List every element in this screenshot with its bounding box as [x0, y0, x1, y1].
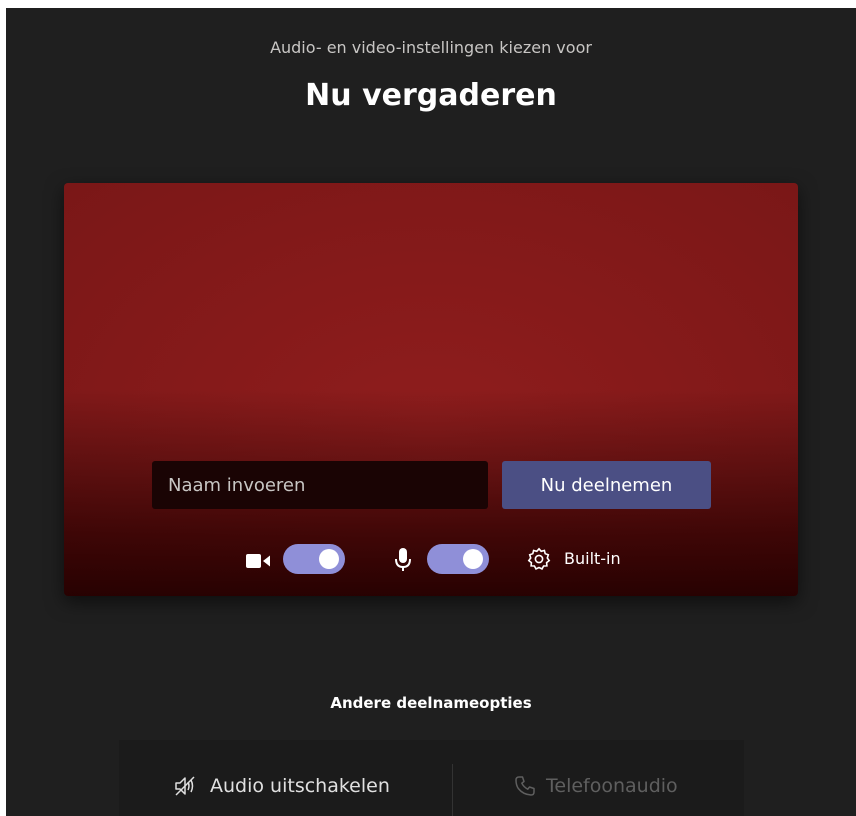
audio-device-label[interactable]: Built-in [564, 549, 621, 568]
join-now-button[interactable]: Nu deelnemen [502, 461, 711, 509]
device-controls: Built-in [64, 542, 798, 578]
speaker-off-icon [175, 776, 195, 796]
other-join-options-bar: Audio uitschakelen Telefoonaudio [119, 740, 744, 816]
microphone-toggle[interactable] [427, 544, 489, 574]
camera-toggle-knob [319, 549, 339, 569]
camera-icon [246, 553, 270, 572]
video-preview: Nu deelnemen [64, 183, 798, 596]
microphone-icon [395, 548, 411, 576]
phone-audio-label: Telefoonaudio [546, 775, 678, 797]
subtitle: Audio- en video-instellingen kiezen voor [270, 38, 592, 57]
phone-icon [515, 776, 535, 796]
audio-off-option[interactable]: Audio uitschakelen [174, 766, 390, 806]
options-divider [452, 764, 453, 816]
microphone-toggle-knob [463, 549, 483, 569]
meeting-prejoin-screen: Audio- en video-instellingen kiezen voor… [6, 8, 856, 816]
audio-off-label: Audio uitschakelen [210, 775, 390, 797]
page-title: Nu vergaderen [305, 78, 557, 113]
other-join-options-title: Andere deelnameopties [330, 694, 532, 712]
gear-icon[interactable] [527, 547, 551, 575]
phone-audio-option[interactable]: Telefoonaudio [514, 766, 678, 806]
name-input[interactable] [152, 461, 488, 509]
camera-toggle[interactable] [283, 544, 345, 574]
